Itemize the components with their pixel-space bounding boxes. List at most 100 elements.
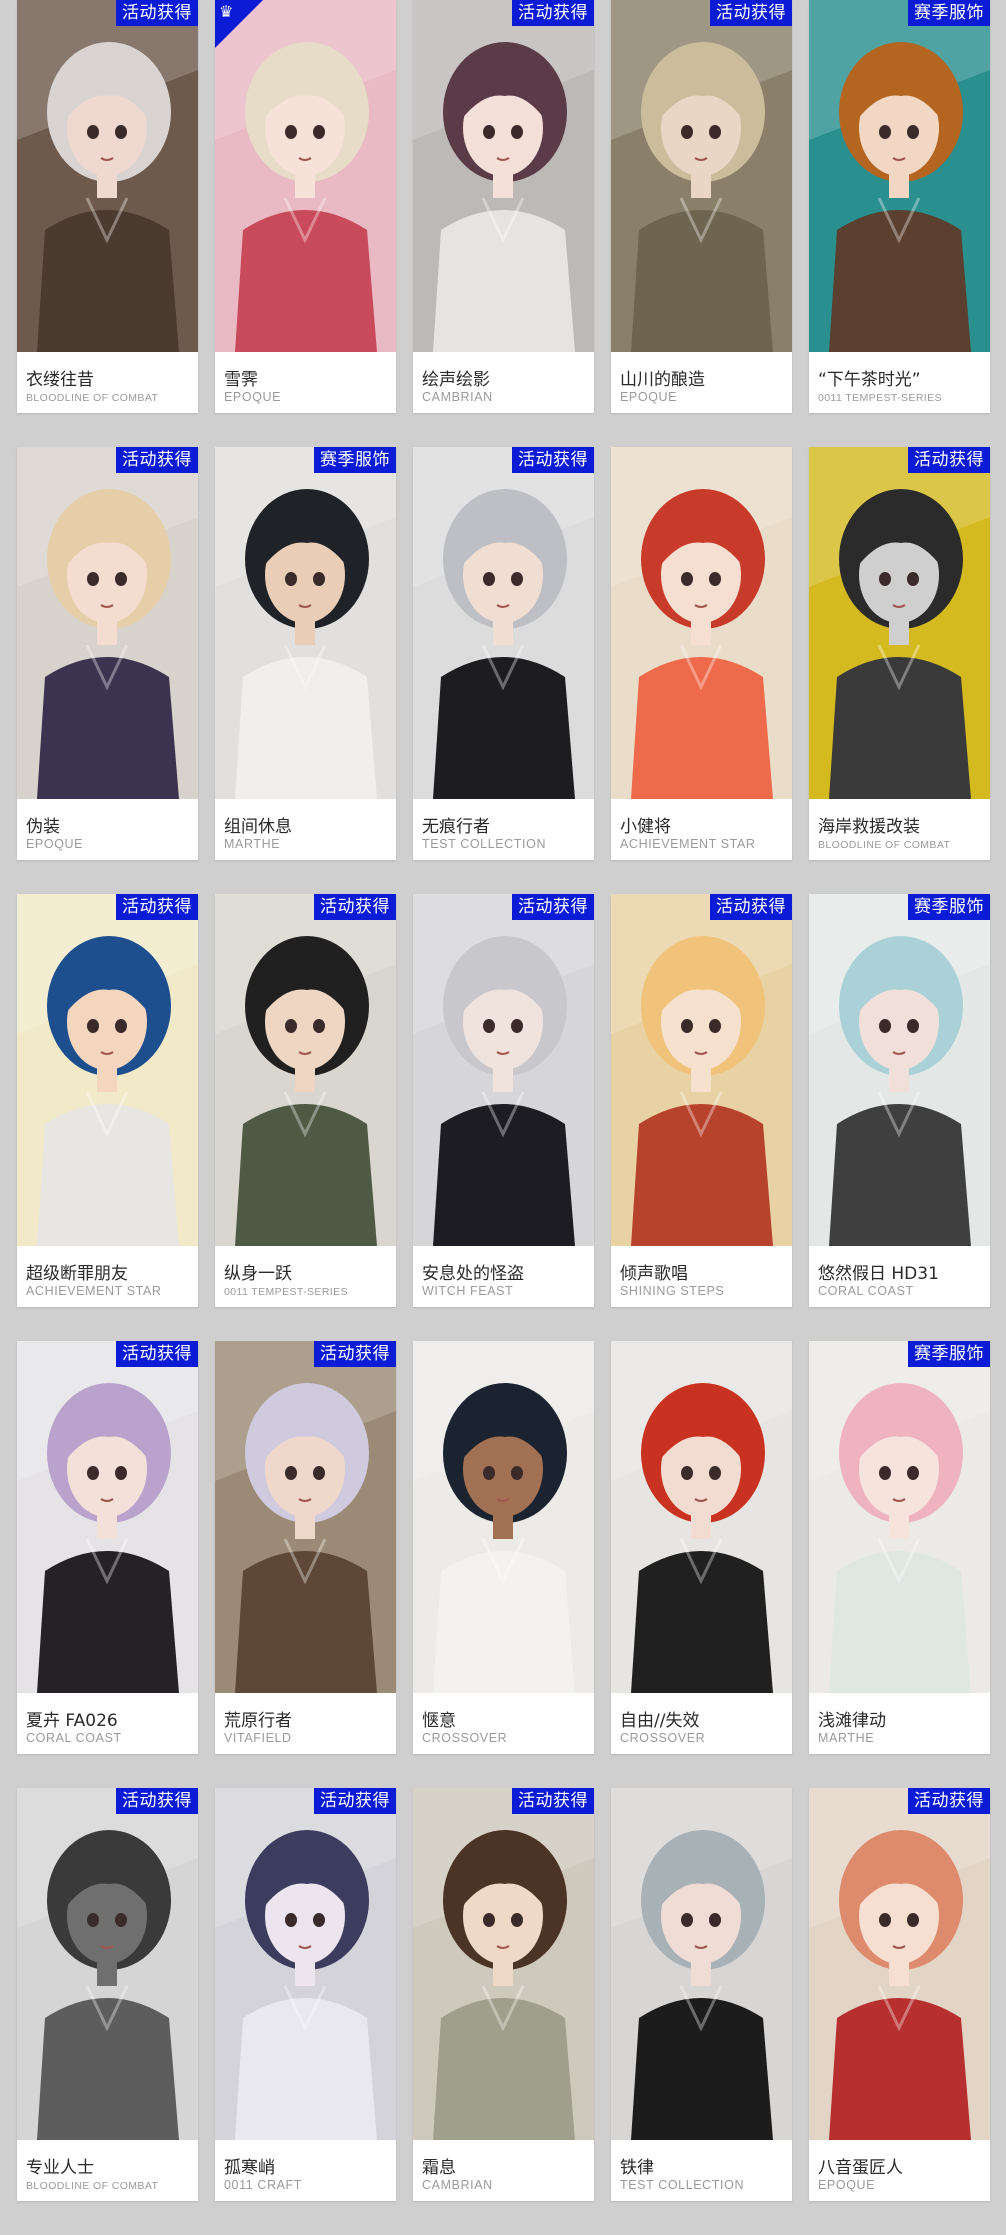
acquisition-badge: 活动获得 [116,0,198,26]
acquisition-badge: 活动获得 [116,1788,198,1814]
skin-series: ACHIEVEMENT STAR [620,837,756,851]
skin-caption: 八音蛋匠人 EPOQUE [809,2140,990,2201]
skin-name: 小健将 [620,817,671,837]
skin-name: 自由//失效 [620,1711,700,1731]
skin-series: MARTHE [224,837,281,851]
skin-series: SHINING STEPS [620,1284,725,1298]
skin-caption: 霜息 CAMBRIAN [413,2140,594,2201]
skin-caption: 专业人士 BLOODLINE OF COMBAT [17,2140,198,2201]
skin-card[interactable]: 惬意 CROSSOVER [413,1341,594,1754]
skin-card[interactable]: 活动获得孤寒峭 0011 CRAFT [215,1788,396,2201]
skin-card[interactable]: 活动获得 无痕行者 TEST COLLECTION [413,447,594,860]
acquisition-badge: 活动获得 [314,1341,396,1367]
skin-card[interactable]: 活动获得八音蛋匠人 EPOQUE [809,1788,990,2201]
skin-series: EPOQUE [620,390,678,404]
skin-portrait [809,447,990,799]
skin-name: 专业人士 [26,2158,94,2178]
skin-series: CROSSOVER [620,1731,706,1745]
skin-card[interactable]: 活动获得 夏卉 FA026 CORAL COAST [17,1341,198,1754]
acquisition-badge: 活动获得 [314,1788,396,1814]
skin-caption: 自由//失效 CROSSOVER [611,1693,792,1754]
skin-caption: 惬意 CROSSOVER [413,1693,594,1754]
skin-series: CAMBRIAN [422,390,493,404]
acquisition-badge: 活动获得 [512,894,594,920]
skin-portrait [215,1341,396,1693]
skin-caption: 组间休息 MARTHE [215,799,396,860]
skin-series: CORAL COAST [818,1284,914,1298]
skin-name: 孤寒峭 [224,2158,275,2178]
skin-card[interactable]: 赛季服饰组间休息 MARTHE [215,447,396,860]
skin-card[interactable]: 活动获得伪装 EPOQUE [17,447,198,860]
skin-card[interactable]: 铁律 TEST COLLECTION [611,1788,792,2201]
skin-caption: 超级断罪朋友 ACHIEVEMENT STAR [17,1246,198,1307]
acquisition-badge: 活动获得 [512,0,594,26]
skin-card[interactable]: 活动获得 倾声歌唱 SHINING STEPS [611,894,792,1307]
skin-caption: 倾声歌唱 SHINING STEPS [611,1246,792,1307]
skin-caption: 安息处的怪盗 WITCH FEAST [413,1246,594,1307]
skin-series: TEST COLLECTION [620,2178,745,2192]
acquisition-badge: 活动获得 [116,447,198,473]
acquisition-badge: 活动获得 [116,894,198,920]
skin-name: 荒原行者 [224,1711,292,1731]
skin-portrait [413,1788,594,2140]
skin-card[interactable]: 活动获得荒原行者 VITAFIELD [215,1341,396,1754]
skin-name: 衣缕往昔 [26,370,94,390]
skin-series: 0011 TEMPEST-SERIES [224,1286,348,1298]
skin-caption: 纵身一跃 0011 TEMPEST-SERIES [215,1246,396,1307]
skin-portrait [611,894,792,1246]
skin-card[interactable]: 赛季服饰 悠然假日 HD31 CORAL COAST [809,894,990,1307]
skin-name: 浅滩律动 [818,1711,886,1731]
skin-name: 无痕行者 [422,817,490,837]
skin-series: BLOODLINE OF COMBAT [26,392,159,404]
skin-portrait [215,0,396,352]
skin-portrait [215,447,396,799]
skin-caption: 荒原行者 VITAFIELD [215,1693,396,1754]
skin-card[interactable]: 活动获得 山川的酿造 EPOQUE [611,0,792,413]
skin-series: CORAL COAST [26,1731,122,1745]
skin-card[interactable]: 活动获得 海岸救援改装 BLOODLINE OF COMBAT [809,447,990,860]
acquisition-badge: 活动获得 [908,1788,990,1814]
skin-portrait [17,1788,198,2140]
skin-portrait [611,447,792,799]
skin-card[interactable]: 赛季服饰 浅滩律动 MARTHE [809,1341,990,1754]
skin-portrait [809,0,990,352]
skin-caption: 孤寒峭 0011 CRAFT [215,2140,396,2201]
acquisition-badge: 赛季服饰 [908,894,990,920]
skin-card[interactable]: 活动获得 霜息 CAMBRIAN [413,1788,594,2201]
skin-card[interactable]: 小健将 ACHIEVEMENT STAR [611,447,792,860]
skin-series: MARTHE [818,1731,875,1745]
acquisition-badge: 活动获得 [512,447,594,473]
skin-series: 0011 CRAFT [224,2178,303,2192]
skin-card[interactable]: 活动获得专业人士 BLOODLINE OF COMBAT [17,1788,198,2201]
skin-card[interactable]: 活动获得安息处的怪盗 WITCH FEAST [413,894,594,1307]
skin-name: 绘声绘影 [422,370,490,390]
skin-portrait [215,894,396,1246]
skin-portrait [17,0,198,352]
skin-name: 超级断罪朋友 [26,1264,128,1284]
skin-card[interactable]: 自由//失效 CROSSOVER [611,1341,792,1754]
acquisition-badge: 赛季服饰 [314,447,396,473]
skin-portrait [611,1788,792,2140]
skin-series: VITAFIELD [224,1731,292,1745]
skin-caption: 雪霁 EPOQUE [215,352,396,413]
crown-icon: ♛ [219,2,234,21]
skin-card[interactable]: 活动获得 纵身一跃 0011 TEMPEST-SERIES [215,894,396,1307]
skin-series: WITCH FEAST [422,1284,514,1298]
skin-series: CAMBRIAN [422,2178,493,2192]
skin-card[interactable]: 活动获得超级断罪朋友 ACHIEVEMENT STAR [17,894,198,1307]
skin-series: EPOQUE [26,837,84,851]
skin-series: CROSSOVER [422,1731,508,1745]
skin-caption: 山川的酿造 EPOQUE [611,352,792,413]
skin-name: 惬意 [422,1711,456,1731]
skin-card[interactable]: 活动获得绘声绘影 CAMBRIAN [413,0,594,413]
skin-portrait [611,0,792,352]
skin-caption: 浅滩律动 MARTHE [809,1693,990,1754]
skin-name: 雪霁 [224,370,258,390]
skin-card[interactable]: 活动获得衣缕往昔 BLOODLINE OF COMBAT [17,0,198,413]
skin-portrait [611,1341,792,1693]
skin-caption: 伪装 EPOQUE [17,799,198,860]
skin-card[interactable]: 赛季服饰 “下午茶时光” 0011 TEMPEST-SERIES [809,0,990,413]
skin-name: 伪装 [26,817,60,837]
skin-card[interactable]: ♛ 雪霁 EPOQUE [215,0,396,413]
skin-caption: “下午茶时光” 0011 TEMPEST-SERIES [809,352,990,413]
